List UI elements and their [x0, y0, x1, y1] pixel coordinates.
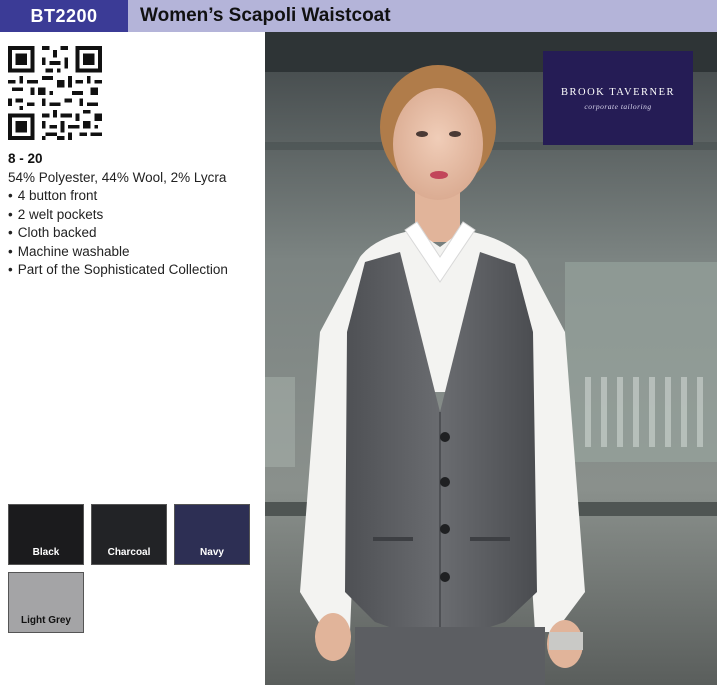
fabric-composition: 54% Polyester, 44% Wool, 2% Lycra	[8, 169, 227, 185]
feature-item: 2 welt pockets	[8, 206, 258, 225]
product-photo: BROOK TAVERNER corporate tailoring	[265, 32, 717, 685]
size-range: 8 - 20	[8, 151, 43, 166]
feature-item: Part of the Sophisticated Collection	[8, 261, 258, 280]
colour-swatch-black: Black	[8, 504, 84, 565]
header-band: BT2200 Women’s Scapoli Waistcoat	[0, 0, 717, 32]
colour-swatch-charcoal: Charcoal	[91, 504, 167, 565]
brand-logo: BROOK TAVERNER corporate tailoring	[543, 51, 693, 145]
product-details: 8 - 20 54% Polyester, 44% Wool, 2% Lycra…	[8, 150, 258, 280]
colour-swatch-navy: Navy	[174, 504, 250, 565]
feature-item: Machine washable	[8, 243, 258, 262]
swatch-label: Charcoal	[107, 547, 151, 558]
brand-tagline: corporate tailoring	[584, 102, 652, 111]
swatch-label: Black	[32, 547, 60, 558]
swatch-label: Navy	[200, 547, 224, 558]
feature-item: Cloth backed	[8, 224, 258, 243]
swatch-label: Light Grey	[20, 615, 71, 626]
qr-code	[8, 46, 102, 140]
product-code: BT2200	[0, 0, 128, 32]
feature-list: 4 button front 2 welt pockets Cloth back…	[8, 187, 258, 280]
colour-swatch-light-grey: Light Grey	[8, 572, 84, 633]
product-title: Women’s Scapoli Waistcoat	[140, 5, 391, 26]
feature-item: 4 button front	[8, 187, 258, 206]
brand-name: BROOK TAVERNER	[561, 87, 675, 98]
